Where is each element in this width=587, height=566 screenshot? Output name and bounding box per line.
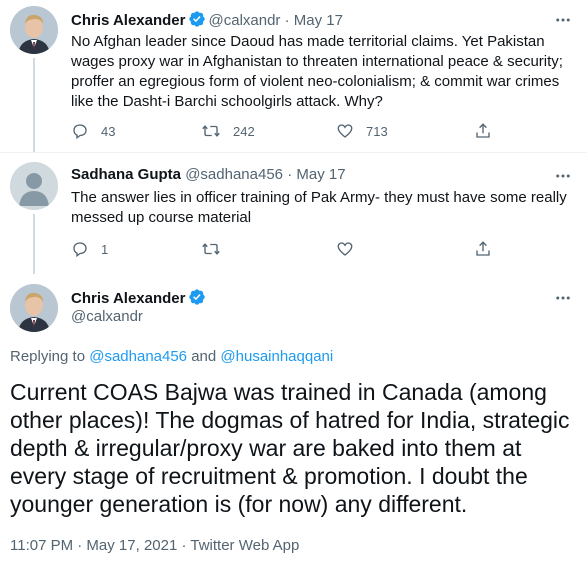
share-button[interactable] [474,240,492,258]
display-name[interactable]: Sadhana Gupta [71,166,181,183]
replying-to: Replying to @sadhana456 and @husainhaqqa… [10,348,333,365]
more-icon[interactable] [553,288,573,308]
avatar-sadhana-gupta[interactable] [10,162,58,210]
separator-dot: · [287,166,293,183]
retweet-count: 242 [233,123,255,139]
verified-badge-icon [188,10,206,32]
user-handle: @calxandr [208,12,281,29]
mention-link[interactable]: @husainhaqqani [220,348,333,365]
thread-line [33,214,35,274]
reply-icon [73,124,87,140]
avatar-chris-alexander[interactable] [10,284,58,332]
reply-count: 43 [101,123,116,139]
tweet-1[interactable]: Chris Alexander @calxandr · May 17 No Afg… [0,0,587,152]
share-icon [476,123,490,138]
display-name[interactable]: Chris Alexander [71,12,186,29]
reply-count: 1 [101,241,109,257]
mention-link[interactable]: @sadhana456 [89,348,187,365]
main-tweet-text: Current COAS Bajwa was trained in Canada… [10,379,570,517]
replying-prefix: Replying to [10,348,86,365]
retweet-button[interactable] [201,240,221,258]
tweet-actions: 1 [71,240,511,260]
avatar-chris-alexander[interactable] [10,6,58,54]
tweet-actions: 43 242 713 [71,122,511,142]
like-icon [337,242,353,256]
tweet-header: Sadhana Gupta @sadhana456 · May 17 [71,166,346,183]
like-button[interactable] [336,240,354,258]
share-icon [476,241,490,256]
tweet-text: No Afghan leader since Daoud has made te… [71,33,563,110]
verified-badge-icon [188,288,206,310]
separator-dot: · [284,12,290,29]
more-icon[interactable] [553,166,573,186]
display-name[interactable]: Chris Alexander [71,290,186,307]
reply-button[interactable]: 1 [71,240,108,258]
share-button[interactable] [474,122,492,140]
thread-line [33,58,35,152]
retweet-icon [202,125,220,137]
tweet-date[interactable]: May 17 [294,12,343,29]
like-count: 713 [366,123,388,139]
tweet-timestamp[interactable]: 11:07 PM · May 17, 2021 · Twitter Web Ap… [10,537,299,554]
tweet-text: The answer lies in officer training of P… [71,189,567,226]
tweet-2[interactable]: Sadhana Gupta @sadhana456 · May 17 The a… [0,152,587,274]
tweet-date[interactable]: May 17 [296,166,345,183]
user-handle: @calxandr [71,308,143,325]
like-button[interactable]: 713 [336,122,388,140]
reply-icon [73,242,87,258]
user-handle: @sadhana456 [185,166,284,183]
retweet-button[interactable]: 242 [201,122,255,140]
tweet-header: Chris Alexander @calxandr · May 17 [71,10,343,32]
more-icon[interactable] [553,10,573,30]
tweet-header: Chris Alexander [71,288,209,310]
reply-button[interactable]: 43 [71,122,115,140]
replying-and: and [191,348,217,365]
retweet-icon [202,243,220,255]
like-icon [337,124,353,138]
